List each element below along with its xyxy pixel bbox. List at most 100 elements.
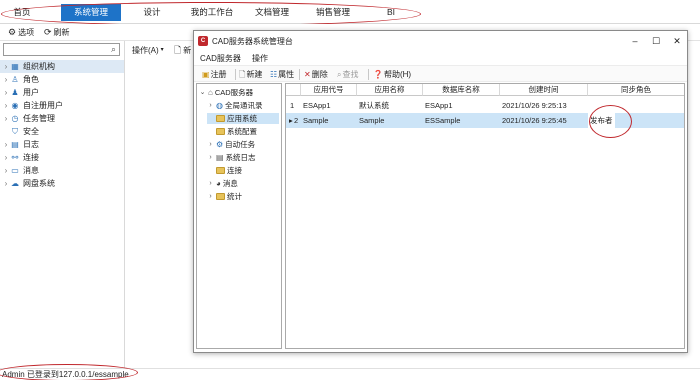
message-icon: ◕ — [216, 179, 221, 188]
chevron-right-icon: › — [4, 179, 8, 188]
folder-icon — [216, 167, 225, 174]
cad-server-window: C CAD服务器系统管理台 – ☐ ✕ CAD服务器 操作 ▣ 注册 🗋 新建 … — [193, 30, 688, 353]
sidebar-item-label: 连接 — [23, 153, 39, 162]
tree-node-system-config[interactable]: 系统配置 — [207, 126, 257, 137]
tree-node-global-directory[interactable]: › ◍ 全局通讯录 — [207, 100, 262, 111]
menu-cad-server[interactable]: CAD服务器 — [200, 53, 241, 64]
operation-label: 操作(A) — [132, 46, 159, 55]
cell-app-name[interactable]: 默认系统 — [357, 98, 389, 113]
nav-tab-home[interactable]: 首页 — [2, 4, 42, 21]
sidebar-item-label: 用户 — [23, 88, 39, 97]
cell-app-name[interactable]: Sample — [357, 113, 384, 128]
nav-tab-design[interactable]: 设计 — [131, 4, 173, 21]
sidebar-item-label: 消息 — [23, 166, 39, 175]
nav-tab-system-management[interactable]: 系统管理 — [61, 4, 121, 21]
nav-tab-documents[interactable]: 文档管理 — [247, 4, 297, 21]
delete-label: 删除 — [311, 70, 328, 79]
register-label: 注册 — [210, 70, 227, 79]
register-button[interactable]: ▣ 注册 — [202, 69, 227, 81]
column-header[interactable]: 数据库名称 — [423, 84, 500, 96]
delete-button[interactable]: ✕ 删除 — [304, 69, 328, 81]
find-icon: ⌕ — [337, 70, 342, 79]
menu-operation[interactable]: 操作 — [252, 53, 268, 64]
new-button[interactable]: 🗋 新 — [174, 44, 191, 57]
tree-node-applications[interactable]: 应用系统 — [207, 113, 279, 124]
properties-label: 属性 — [278, 70, 295, 79]
tree-node-system-log[interactable]: › ▤ 系统日志 — [207, 152, 255, 163]
tree-node-connections[interactable]: 连接 — [207, 165, 242, 176]
new-label: 新 — [183, 46, 192, 55]
sidebar-item-logs[interactable]: › ▤ 日志 — [0, 138, 124, 151]
nav-tab-sales[interactable]: 销售管理 — [310, 4, 356, 21]
cell-sync-role[interactable] — [588, 98, 590, 113]
sidebar-item-org[interactable]: › ▦ 组织机构 — [0, 60, 124, 73]
tree-node-auto-tasks[interactable]: › ⚙ 自动任务 — [207, 139, 255, 150]
minimize-icon[interactable]: – — [627, 34, 643, 48]
cell-created-time[interactable]: 2021/10/26 9:25:45 — [500, 113, 567, 128]
sidebar-item-roles[interactable]: › ♙ 角色 — [0, 73, 124, 86]
new-entry-label: 新建 — [246, 70, 263, 79]
column-header[interactable]: 应用名称 — [357, 84, 423, 96]
window-menubar: CAD服务器 操作 — [194, 52, 687, 65]
task-icon: ◷ — [11, 114, 19, 123]
register-icon: ▣ — [202, 70, 210, 79]
options-button[interactable]: ⚙ 选项 — [8, 26, 34, 39]
window-toolbar: ▣ 注册 🗋 新建 ☷ 属性 ✕ 删除 ⌕ 查找 ❓ 帮助(H) — [194, 65, 687, 82]
tree-node-messages[interactable]: › ◕ 消息 — [207, 178, 238, 189]
sidebar-item-label: 自注册用户 — [23, 101, 63, 110]
tree-node-cad-server[interactable]: ⌄ ⌂ CAD服务器 — [199, 87, 254, 98]
cell-app-code[interactable]: ESApp1 — [301, 98, 331, 113]
sidebar-item-messages[interactable]: › ▭ 消息 — [0, 164, 124, 177]
sidebar-item-label: 日志 — [23, 140, 39, 149]
cell-created-time[interactable]: 2021/10/26 9:25:13 — [500, 98, 567, 113]
cell-db-name[interactable]: ESApp1 — [423, 98, 453, 113]
sidebar-item-users[interactable]: › ♟ 用户 — [0, 86, 124, 99]
sidebar-item-label: 角色 — [23, 75, 39, 84]
column-header[interactable]: 创建时间 — [500, 84, 588, 96]
refresh-icon: ⟳ — [44, 27, 52, 37]
chevron-right-icon: › — [209, 102, 212, 109]
window-titlebar: C CAD服务器系统管理台 – ☐ ✕ — [194, 31, 687, 52]
refresh-button[interactable]: ⟳ 刷新 — [44, 26, 70, 39]
cell-sync-role[interactable]: 发布者 — [588, 113, 615, 128]
chevron-right-icon: › — [4, 62, 8, 71]
table-row-selected[interactable] — [286, 113, 684, 128]
sidebar-item-connections[interactable]: › ⚯ 连接 — [0, 151, 124, 164]
globe-icon: ◍ — [216, 101, 223, 110]
login-status-text: Admin 已登录到127.0.0.1/essample — [2, 370, 129, 379]
nav-tab-bi[interactable]: BI — [378, 4, 404, 21]
operation-menu-button[interactable]: 操作(A) ▾ — [132, 44, 164, 57]
chevron-right-icon: › — [4, 166, 8, 175]
maximize-icon[interactable]: ☐ — [648, 34, 664, 48]
chevron-right-icon: › — [4, 88, 8, 97]
status-bar: Admin 已登录到127.0.0.1/essample — [0, 368, 700, 380]
help-button[interactable]: ❓ 帮助(H) — [373, 69, 411, 81]
sidebar-item-self-register[interactable]: › ◉ 自注册用户 — [0, 99, 124, 112]
nav-tab-my-workbench[interactable]: 我的工作台 — [183, 4, 241, 21]
search-icon[interactable]: ⌕ — [111, 44, 116, 55]
chevron-right-icon: › — [4, 75, 8, 84]
window-title: CAD服务器系统管理台 — [212, 37, 293, 46]
left-panel: ⌕ › ▦ 组织机构 › ♙ 角色 › ♟ 用户 › ◉ 自注册用户 › ◷ 任… — [0, 41, 125, 368]
document-icon: 🗋 — [174, 45, 182, 55]
sidebar-item-label: 任务管理 — [23, 114, 55, 123]
column-header[interactable]: 应用代号 — [301, 84, 357, 96]
cell-app-code[interactable]: Sample — [301, 113, 328, 128]
close-icon[interactable]: ✕ — [669, 34, 685, 48]
sidebar-item-label: 安全 — [23, 127, 39, 136]
cell-db-name[interactable]: ESSample — [423, 113, 460, 128]
sidebar-item-label: 组织机构 — [23, 62, 55, 71]
find-button[interactable]: ⌕ 查找 — [337, 69, 358, 81]
sidebar-item-netdisk[interactable]: › ☁ 网盘系统 — [0, 177, 124, 190]
options-label: 选项 — [18, 28, 35, 37]
sidebar-item-tasks[interactable]: › ◷ 任务管理 — [0, 112, 124, 125]
column-header[interactable]: 同步角色 — [588, 84, 684, 96]
chevron-right-icon: › — [4, 153, 8, 162]
link-icon: ⚯ — [11, 153, 19, 162]
tree-node-statistics[interactable]: › 统计 — [207, 191, 242, 202]
new-entry-button[interactable]: 🗋 新建 — [239, 69, 262, 81]
new-document-icon: 🗋 — [239, 70, 246, 79]
sidebar-item-security[interactable]: ⛉ 安全 — [0, 125, 124, 138]
search-input[interactable] — [3, 43, 120, 56]
properties-button[interactable]: ☷ 属性 — [270, 69, 294, 81]
